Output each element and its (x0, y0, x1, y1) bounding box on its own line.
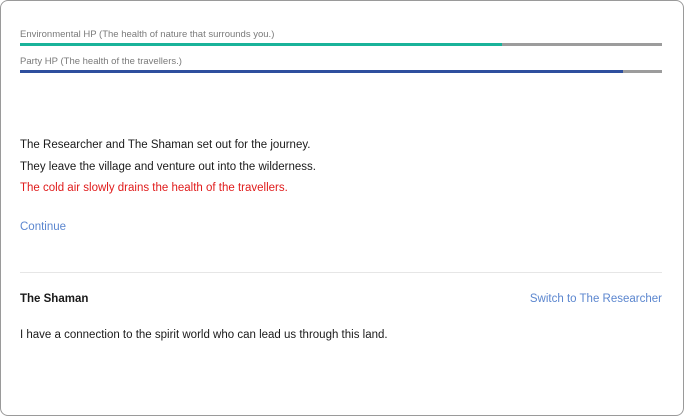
switch-character-link[interactable]: Switch to The Researcher (530, 293, 662, 305)
story-line: The Researcher and The Shaman set out fo… (20, 139, 311, 151)
party-hp-fill (20, 70, 624, 73)
character-description: I have a connection to the spirit world … (20, 329, 388, 341)
divider (20, 272, 662, 273)
game-panel: Environmental HP (The health of nature t… (0, 0, 684, 416)
continue-link[interactable]: Continue (20, 221, 66, 233)
story-warning-line: The cold air slowly drains the health of… (20, 182, 288, 194)
character-name: The Shaman (20, 293, 89, 305)
party-hp-bar (20, 70, 662, 73)
environmental-hp-fill (20, 43, 502, 46)
environmental-hp-bar (20, 43, 662, 46)
story-text: The Researcher and The Shaman set out fo… (20, 135, 316, 200)
story-line: They leave the village and venture out i… (20, 160, 316, 173)
party-hp-label: Party HP (The health of the travellers.) (20, 56, 182, 67)
environmental-hp-label: Environmental HP (The health of nature t… (20, 29, 275, 40)
